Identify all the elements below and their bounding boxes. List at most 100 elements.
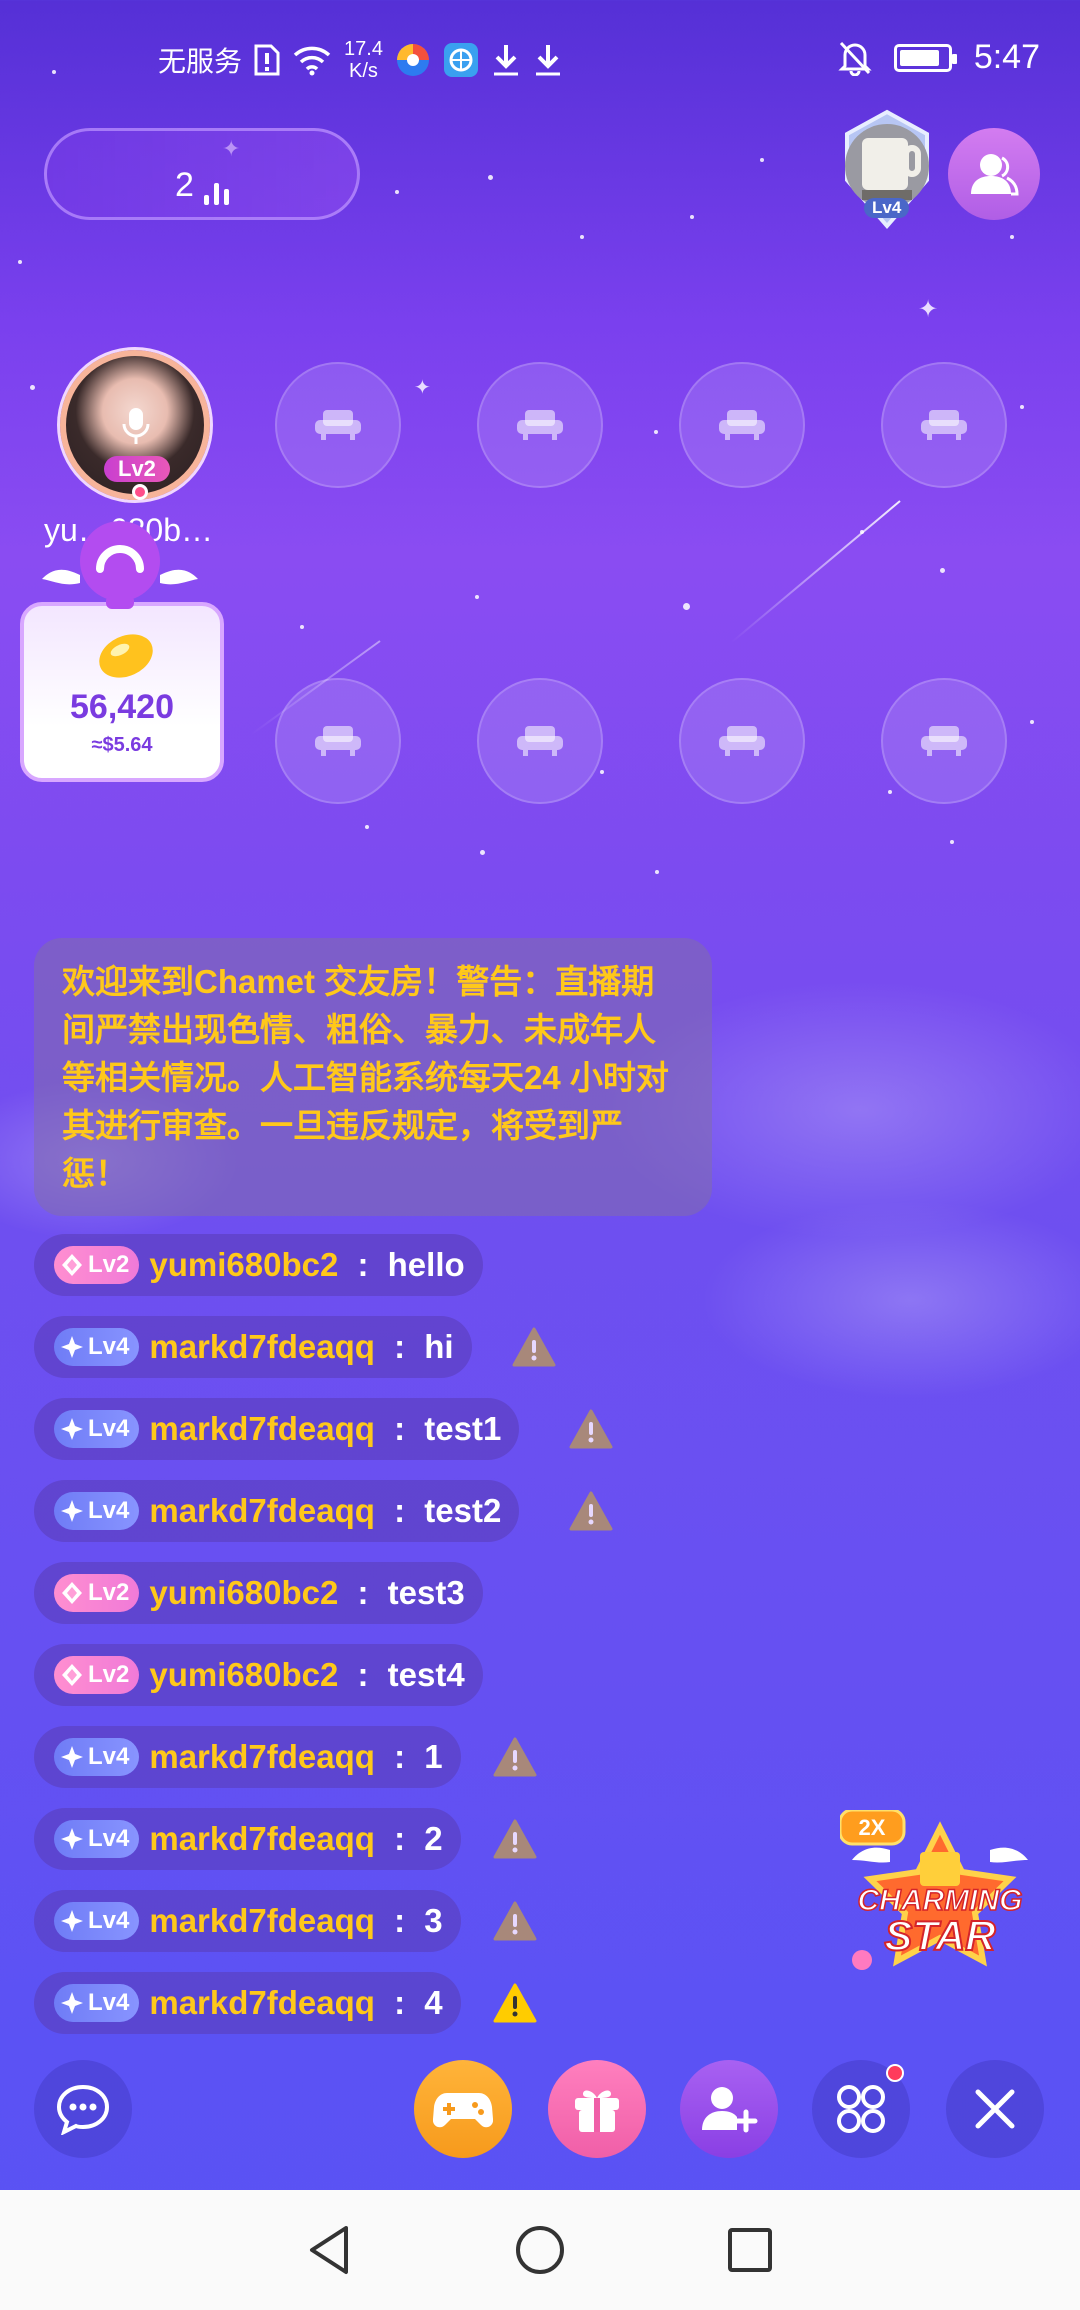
sofa-icon xyxy=(517,726,563,756)
user-level-badge: Lv2 xyxy=(54,1246,140,1284)
level-gem-icon xyxy=(60,1663,84,1687)
chat-message[interactable]: Lv4 markd7fdeaqq : test2 xyxy=(34,1480,520,1542)
report-warning-icon[interactable] xyxy=(493,1983,537,2023)
chat-message[interactable]: Lv4 markd7fdeaqq : 3 xyxy=(34,1890,461,1952)
chat-message[interactable]: Lv4 markd7fdeaqq : 4 xyxy=(34,1972,461,2034)
chat-message[interactable]: Lv2 yumi680bc2 : hello xyxy=(34,1234,483,1296)
chat-message[interactable]: Lv4 markd7fdeaqq : test1 xyxy=(34,1398,520,1460)
chat-username[interactable]: markd7fdeaqq xyxy=(149,1902,375,1940)
audience-list-button[interactable] xyxy=(948,128,1040,220)
report-warning-icon[interactable] xyxy=(493,1737,537,1777)
close-room-button[interactable] xyxy=(946,2060,1044,2158)
chat-message[interactable]: Lv2 yumi680bc2 : test4 xyxy=(34,1644,483,1706)
net-speed-unit: K/s xyxy=(349,60,378,82)
empty-seat[interactable] xyxy=(881,678,1007,804)
live-dot xyxy=(132,484,148,500)
level-gem-icon xyxy=(60,1417,84,1441)
online-count-pill[interactable]: 2 xyxy=(44,128,360,220)
chat-separator: : xyxy=(384,1328,415,1365)
status-bar: 无服务 17.4 K/s 5:47 xyxy=(0,0,1080,125)
level-text: Lv4 xyxy=(88,1743,130,1770)
invite-button[interactable] xyxy=(680,2060,778,2158)
game-button[interactable] xyxy=(414,2060,512,2158)
chat-message[interactable]: Lv2 yumi680bc2 : test3 xyxy=(34,1562,483,1624)
back-icon[interactable] xyxy=(306,2224,354,2276)
report-warning-icon[interactable] xyxy=(493,1819,537,1859)
user-level-badge: Lv4 xyxy=(54,1820,140,1858)
online-count: 2 xyxy=(175,166,194,204)
bean-icon xyxy=(99,634,153,678)
chat-message[interactable]: Lv4 markd7fdeaqq : 2 xyxy=(34,1808,461,1870)
chat-separator: : xyxy=(384,1984,415,2021)
wifi-icon xyxy=(292,44,332,76)
chat-separator: : xyxy=(348,1246,378,1283)
level-text: Lv2 xyxy=(88,1579,130,1606)
mascot-icon xyxy=(40,515,200,615)
report-warning-icon[interactable] xyxy=(569,1409,613,1449)
host-avatar[interactable]: Lv2 xyxy=(60,350,210,500)
chat-separator: : xyxy=(384,1738,415,1775)
chat-text: test1 xyxy=(424,1410,502,1447)
level-gem-icon xyxy=(60,1581,84,1605)
user-level-badge: Lv4 xyxy=(54,1984,140,2022)
user-icon xyxy=(971,154,1019,196)
chat-separator: : xyxy=(384,1820,415,1857)
battery-fill xyxy=(899,49,939,66)
home-icon[interactable] xyxy=(514,2224,566,2276)
user-level-badge: Lv4 xyxy=(54,1410,140,1448)
sofa-icon xyxy=(315,726,361,756)
sofa-icon xyxy=(921,410,967,440)
gift-button[interactable] xyxy=(548,2060,646,2158)
report-warning-icon[interactable] xyxy=(512,1327,556,1367)
chat-text: 1 xyxy=(424,1738,443,1775)
empty-seat[interactable] xyxy=(477,678,603,804)
clock: 5:47 xyxy=(973,38,1040,76)
chat-message[interactable]: Lv4 markd7fdeaqq : 1 xyxy=(34,1726,461,1788)
level-gem-icon xyxy=(60,1253,84,1277)
chat-button[interactable] xyxy=(34,2060,132,2158)
chat-username[interactable]: yumi680bc2 xyxy=(149,1246,338,1284)
empty-seat[interactable] xyxy=(275,362,401,488)
charming-star-promo[interactable]: 2X CHARMING STAR xyxy=(838,1808,1040,1990)
promo-line2: STAR xyxy=(884,1912,996,1959)
gamepad-icon xyxy=(433,2093,493,2128)
more-apps-button[interactable] xyxy=(812,2060,910,2158)
chat-username[interactable]: markd7fdeaqq xyxy=(149,1492,375,1530)
user-level-badge: Lv4 xyxy=(54,1328,140,1366)
empty-seat[interactable] xyxy=(679,678,805,804)
chat-message[interactable]: Lv4 markd7fdeaqq : hi xyxy=(34,1316,472,1378)
earnings-card[interactable]: 56,420 ≈$5.64 xyxy=(20,602,224,782)
chat-separator: : xyxy=(348,1574,378,1611)
report-warning-icon[interactable] xyxy=(569,1491,613,1531)
chat-separator: : xyxy=(348,1656,378,1693)
chat-text: hello xyxy=(387,1246,465,1283)
chat-username[interactable]: yumi680bc2 xyxy=(149,1656,338,1694)
chat-username[interactable]: markd7fdeaqq xyxy=(149,1820,375,1858)
empty-seat[interactable] xyxy=(275,678,401,804)
notification-dot xyxy=(886,2064,904,2082)
chat-username[interactable]: markd7fdeaqq xyxy=(149,1410,375,1448)
empty-seat[interactable] xyxy=(881,362,1007,488)
recents-icon[interactable] xyxy=(726,2226,774,2274)
earnings-value: 56,420 xyxy=(70,688,174,726)
chat-username[interactable]: markd7fdeaqq xyxy=(149,1738,375,1776)
report-warning-icon[interactable] xyxy=(493,1901,537,1941)
sparkle-decoration: ✦ xyxy=(414,377,431,399)
close-icon xyxy=(975,2089,1015,2129)
network-speed: 17.4 K/s xyxy=(344,38,383,82)
level-text: Lv4 xyxy=(88,1907,130,1934)
carrier-label: 无服务 xyxy=(158,46,243,77)
level-text: Lv2 xyxy=(88,1661,130,1688)
host-level-badge[interactable]: Lv4 xyxy=(832,108,942,232)
chat-username[interactable]: markd7fdeaqq xyxy=(149,1328,375,1366)
sofa-icon xyxy=(315,410,361,440)
empty-seat[interactable] xyxy=(477,362,603,488)
level-gem-icon xyxy=(60,1745,84,1769)
chat-username[interactable]: markd7fdeaqq xyxy=(149,1984,375,2022)
user-level-badge: Lv4 xyxy=(54,1902,140,1940)
chat-username[interactable]: yumi680bc2 xyxy=(149,1574,338,1612)
chat-text: 2 xyxy=(424,1820,443,1857)
empty-seat[interactable] xyxy=(679,362,805,488)
app-browser-icon xyxy=(395,42,431,78)
user-level-badge: Lv2 xyxy=(54,1656,140,1694)
